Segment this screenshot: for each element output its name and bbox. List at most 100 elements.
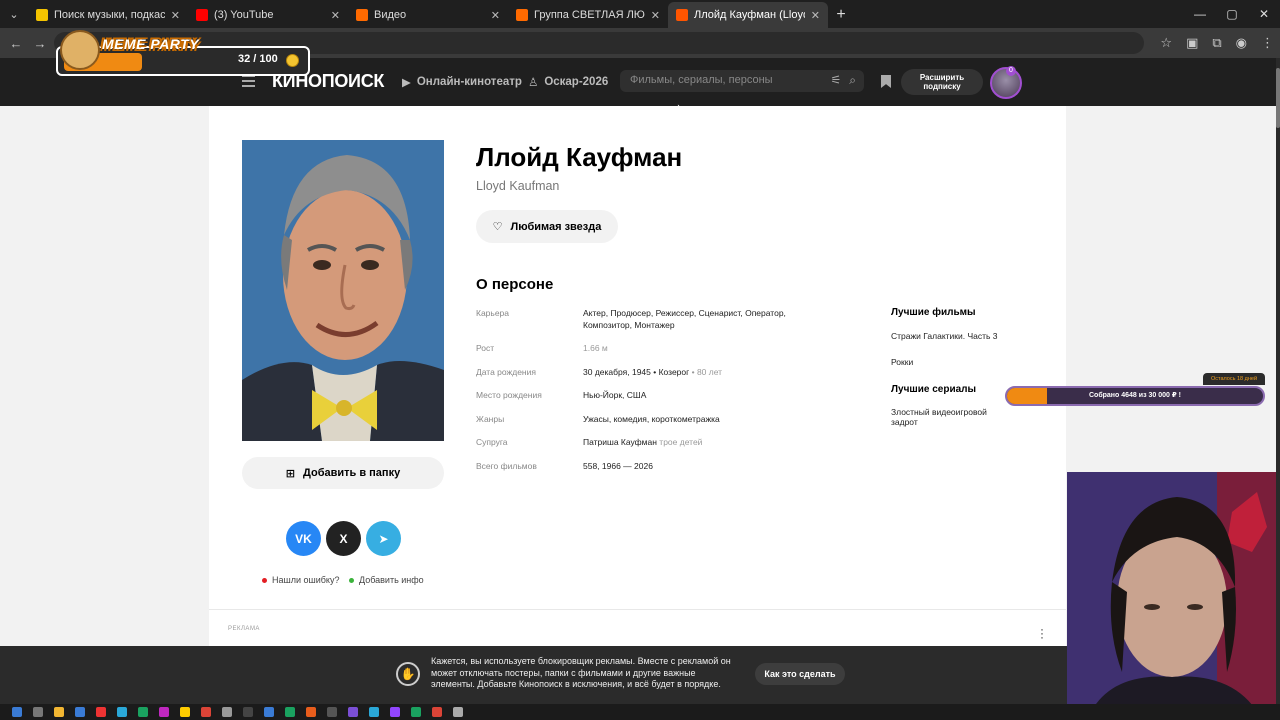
browser-tab[interactable]: Поиск музыки, подкастов и аудиокниг ✕ — [28, 2, 188, 28]
fact-value-birthplace[interactable]: Нью-Йорк, США — [583, 389, 813, 401]
tab-title: (3) YouTube — [214, 9, 274, 21]
share-x-button[interactable]: X — [326, 521, 361, 556]
fact-value-genres[interactable]: Ужасы, комедия, короткометражка — [583, 413, 813, 425]
how-to-button[interactable]: Как это сделать — [755, 663, 845, 685]
ad-label: РЕКЛАМА — [228, 626, 260, 632]
browser-tab[interactable]: Видео ✕ — [348, 2, 508, 28]
chrome-icon[interactable] — [201, 707, 211, 717]
nav-online-cinema[interactable]: ▶ Онлайн-кинотеатр — [402, 75, 522, 89]
filter-icon[interactable]: ⚟ — [831, 73, 842, 88]
app-icon[interactable] — [369, 707, 379, 717]
favorite-label: Любимая звезда — [510, 220, 602, 233]
tab-title: Ллойд Кауфман (Lloyd Kaufman) — [694, 9, 805, 21]
best-series-item[interactable]: Злостный видеоигровой задрот — [891, 407, 1001, 427]
scrollbar-thumb[interactable] — [1276, 68, 1280, 128]
close-window-icon[interactable]: ✕ — [1248, 0, 1280, 28]
avatar-badge: 0 — [1006, 66, 1016, 76]
explorer-icon[interactable] — [54, 707, 64, 717]
search-taskbar-icon[interactable] — [33, 707, 43, 717]
start-icon[interactable] — [12, 707, 22, 717]
nav-online-label: Онлайн-кинотеатр — [416, 76, 522, 88]
browser-tab[interactable]: Группа СВЕТЛАЯ ЛЮБОВЬ ✕ — [508, 2, 668, 28]
report-error-link[interactable]: Нашли ошибку? — [262, 575, 339, 585]
app-icon[interactable] — [159, 707, 169, 717]
hand-stop-icon: ✋ — [396, 662, 420, 686]
close-icon[interactable]: ✕ — [331, 9, 340, 22]
close-icon[interactable]: ✕ — [811, 9, 820, 22]
section-divider — [209, 609, 1066, 610]
app-icon[interactable] — [327, 707, 337, 717]
app-icon[interactable] — [117, 707, 127, 717]
new-tab-button[interactable]: + — [828, 2, 854, 28]
app-icon[interactable] — [432, 707, 442, 717]
donation-text: Собрано 4648 из 30 000 ₽ ! — [1088, 392, 1182, 399]
menu-dots-icon[interactable]: ⋮ — [1261, 35, 1274, 51]
app-icon[interactable] — [306, 707, 316, 717]
extension-icon[interactable]: ▣ — [1186, 35, 1198, 51]
app-icon[interactable] — [348, 707, 358, 717]
webcam-image — [1067, 472, 1280, 720]
bookmark-star-icon[interactable]: ☆ — [1160, 35, 1172, 51]
app-icon[interactable] — [96, 707, 106, 717]
add-to-folder-button[interactable]: ⊞ Добавить в папку — [242, 457, 444, 489]
fact-value-total-films[interactable]: 558, 1966 — 2026 — [583, 460, 813, 472]
app-icon[interactable] — [264, 707, 274, 717]
taskbar — [0, 704, 1280, 720]
forward-icon[interactable]: → — [28, 36, 52, 51]
coin-icon — [286, 54, 299, 67]
puzzle-icon[interactable]: ⧉ — [1212, 35, 1221, 51]
close-icon[interactable]: ✕ — [171, 9, 180, 22]
best-film-item[interactable]: Рокки — [891, 357, 1001, 367]
app-icon[interactable] — [285, 707, 295, 717]
fact-value-birthdate[interactable]: 30 декабря, 1945 • Козерог • 80 лет — [583, 366, 813, 378]
fact-label: Жанры — [476, 414, 505, 424]
app-icon[interactable] — [243, 707, 253, 717]
tab-search-icon[interactable]: ⌄ — [0, 0, 28, 28]
close-icon[interactable]: ✕ — [491, 9, 500, 22]
red-dot-icon — [262, 577, 267, 583]
close-icon[interactable]: ✕ — [651, 9, 660, 22]
share-telegram-button[interactable]: ➤ — [366, 521, 401, 556]
search-icon[interactable]: ⌕ — [849, 73, 856, 88]
best-films-heading[interactable]: Лучшие фильмы — [891, 307, 976, 318]
meme-count: 32 / 100 — [238, 53, 278, 65]
doge-icon — [60, 30, 100, 70]
ad-more-icon[interactable]: · · · — [1040, 623, 1044, 643]
subscribe-button[interactable]: Расширить подписку — [901, 69, 983, 95]
maximize-icon[interactable]: ▢ — [1216, 0, 1248, 28]
app-icon[interactable] — [138, 707, 148, 717]
add-info-label: Добавить инфо — [359, 575, 424, 585]
best-film-item[interactable]: Стражи Галактики. Часть 3 — [891, 331, 1001, 341]
favorite-star-button[interactable]: ♡ Любимая звезда — [476, 210, 618, 243]
app-icon[interactable] — [222, 707, 232, 717]
tab-favicon-icon — [356, 9, 368, 21]
fact-value-spouse[interactable]: Патриша Кауфман трое детей — [583, 436, 813, 448]
app-icon[interactable] — [75, 707, 85, 717]
app-icon[interactable] — [411, 707, 421, 717]
tab-title: Группа СВЕТЛАЯ ЛЮБОВЬ — [534, 9, 645, 21]
fact-label: Дата рождения — [476, 367, 536, 377]
menu-burger-icon[interactable] — [242, 75, 255, 87]
person-original-name: Lloyd Kaufman — [476, 179, 560, 193]
fact-value-height: 1.66 м — [583, 343, 608, 353]
back-icon[interactable]: ← — [4, 36, 28, 51]
profile-icon[interactable]: ◉ — [1236, 35, 1247, 51]
app-icon[interactable] — [180, 707, 190, 717]
app-icon[interactable] — [390, 707, 400, 717]
browser-tab-active[interactable]: Ллойд Кауфман (Lloyd Kaufman) ✕ — [668, 2, 828, 28]
app-icon[interactable] — [453, 707, 463, 717]
window-controls: — ▢ ✕ — [1184, 0, 1280, 28]
minimize-icon[interactable]: — — [1184, 0, 1216, 28]
best-series-heading[interactable]: Лучшие сериалы — [891, 384, 976, 395]
x-icon: X — [339, 531, 348, 546]
page-scrollbar[interactable] — [1276, 58, 1280, 704]
fact-value-career[interactable]: Актер, Продюсер, Режиссер, Сценарист, Оп… — [583, 307, 813, 331]
browser-tab[interactable]: (3) YouTube ✕ — [188, 2, 348, 28]
add-info-link[interactable]: Добавить инфо — [349, 575, 424, 585]
bookmark-icon[interactable] — [881, 75, 891, 88]
share-vk-button[interactable]: VK — [286, 521, 321, 556]
nav-oscar[interactable]: ♙ Оскар-2026 — [528, 75, 608, 89]
search-input[interactable]: Фильмы, сериалы, персоны ⚟ ⌕ — [620, 70, 864, 92]
green-dot-icon — [349, 577, 354, 583]
folder-add-icon: ⊞ — [285, 467, 296, 480]
